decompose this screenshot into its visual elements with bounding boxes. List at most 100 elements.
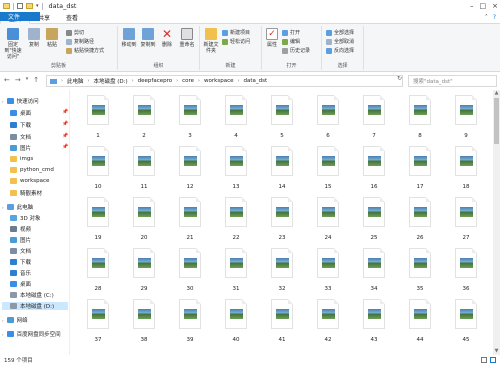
file-item[interactable]: 23	[262, 197, 302, 241]
help-icon[interactable]: ?	[493, 14, 496, 21]
select-none-button[interactable]: 全部取消	[326, 38, 354, 45]
file-item[interactable]: 42	[308, 299, 348, 343]
close-icon[interactable]: ×	[492, 2, 498, 10]
sidebar-item-drive-c[interactable]: 本地磁盘 (C:)	[10, 291, 54, 299]
file-item[interactable]: 21	[170, 197, 210, 241]
sidebar-item-3d-objects[interactable]: 3D 对象	[10, 214, 40, 222]
rename-button[interactable]: 重命名	[177, 28, 197, 48]
checkbox-icon[interactable]	[17, 3, 23, 9]
sidebar-item-downloads[interactable]: 下载	[10, 121, 31, 129]
file-item[interactable]: 8	[400, 95, 440, 139]
file-item[interactable]: 11	[124, 146, 164, 190]
up-icon[interactable]: ↑	[33, 76, 39, 84]
sidebar-item-music[interactable]: 音乐	[10, 269, 31, 277]
refresh-icon[interactable]: ↻	[397, 75, 402, 82]
file-item[interactable]: 32	[262, 248, 302, 292]
file-item[interactable]: 18	[446, 146, 486, 190]
file-item[interactable]: 26	[400, 197, 440, 241]
easy-access-button[interactable]: 轻松访问	[222, 38, 250, 45]
file-item[interactable]: 28	[78, 248, 118, 292]
file-item[interactable]: 16	[354, 146, 394, 190]
file-item[interactable]: 36	[446, 248, 486, 292]
sidebar-item-desktop[interactable]: 桌面	[10, 109, 31, 117]
copy-button[interactable]: 复制	[26, 28, 42, 48]
tab-view[interactable]: 查看	[58, 12, 86, 23]
file-item[interactable]: 37	[78, 299, 118, 343]
file-item[interactable]: 39	[170, 299, 210, 343]
file-item[interactable]: 12	[170, 146, 210, 190]
dropdown-arrow-icon[interactable]: ▾	[36, 3, 39, 9]
edit-button[interactable]: 编辑	[282, 38, 300, 45]
file-item[interactable]: 4	[216, 95, 256, 139]
properties-button[interactable]: ✓ 属性	[264, 28, 280, 48]
copy-to-button[interactable]: 复制到	[139, 28, 157, 48]
copy-path-button[interactable]: 复制路径	[66, 38, 94, 45]
sidebar-baidu-sync[interactable]: › 百度网盘同步空间	[2, 330, 61, 338]
file-item[interactable]: 9	[446, 95, 486, 139]
file-item[interactable]: 31	[216, 248, 256, 292]
cut-button[interactable]: 剪切	[66, 29, 84, 36]
file-item[interactable]: 19	[78, 197, 118, 241]
breadcrumb[interactable]: › 此电脑 › 本地磁盘 (D:) › deepfacepro › core ›…	[46, 75, 403, 87]
sidebar-item-pc-downloads[interactable]: 下载	[10, 258, 31, 266]
select-all-button[interactable]: 全部选择	[326, 29, 354, 36]
file-item[interactable]: 38	[124, 299, 164, 343]
file-item[interactable]: 6	[308, 95, 348, 139]
back-icon[interactable]: ←	[4, 76, 10, 84]
folder-icon[interactable]	[26, 3, 33, 9]
breadcrumb-item[interactable]: workspace	[204, 78, 233, 84]
file-item[interactable]: 17	[400, 146, 440, 190]
paste-shortcut-button[interactable]: 粘贴快捷方式	[66, 47, 104, 54]
pin-quick-access-button[interactable]: 固定到"快速访问"	[2, 28, 24, 60]
search-input[interactable]: 搜索"data_dst"	[408, 75, 497, 87]
breadcrumb-item[interactable]: 本地磁盘 (D:)	[94, 77, 128, 85]
file-item[interactable]: 43	[354, 299, 394, 343]
pin-icon[interactable]: 📌	[62, 121, 68, 127]
breadcrumb-item[interactable]: data_dst	[244, 78, 268, 84]
details-view-icon[interactable]	[481, 357, 487, 363]
file-item[interactable]: 27	[446, 197, 486, 241]
sidebar-item-workspace[interactable]: workspace	[10, 178, 49, 184]
file-item[interactable]: 45	[446, 299, 486, 343]
chevron-up-icon[interactable]: ˄	[485, 14, 488, 21]
breadcrumb-item[interactable]: core	[182, 78, 194, 84]
scrollbar-thumb[interactable]	[494, 98, 499, 144]
recent-dropdown-icon[interactable]: ▾	[26, 76, 29, 84]
sidebar-item-materials[interactable]: 騎觀素材	[10, 189, 42, 197]
tab-file[interactable]: 文件	[0, 12, 40, 21]
file-item[interactable]: 15	[308, 146, 348, 190]
delete-button[interactable]: ✕ 删除	[158, 28, 176, 48]
sidebar-network[interactable]: › 网络	[2, 316, 28, 324]
file-item[interactable]: 2	[124, 95, 164, 139]
sidebar-this-pc[interactable]: › 此电脑	[2, 203, 33, 211]
file-item[interactable]: 7	[354, 95, 394, 139]
vertical-scrollbar[interactable]: ▲ ▼	[493, 90, 500, 355]
sidebar-item-pictures[interactable]: 图片	[10, 144, 31, 152]
file-item[interactable]: 33	[308, 248, 348, 292]
file-item[interactable]: 34	[354, 248, 394, 292]
pin-icon[interactable]: 📌	[62, 144, 68, 150]
new-folder-button[interactable]: 新建文件夹	[202, 28, 220, 54]
sidebar-item-pc-desktop[interactable]: 桌面	[10, 280, 31, 288]
new-item-button[interactable]: 新建项目	[222, 29, 250, 36]
file-item[interactable]: 13	[216, 146, 256, 190]
breadcrumb-item[interactable]: 此电脑	[67, 77, 84, 85]
file-item[interactable]: 3	[170, 95, 210, 139]
move-to-button[interactable]: 移动到	[120, 28, 138, 48]
file-item[interactable]: 30	[170, 248, 210, 292]
scroll-down-icon[interactable]: ▼	[493, 348, 500, 355]
file-item[interactable]: 24	[308, 197, 348, 241]
file-item[interactable]: 29	[124, 248, 164, 292]
sidebar-item-python-cmd[interactable]: python_cmd	[10, 167, 54, 173]
file-item[interactable]: 14	[262, 146, 302, 190]
pin-icon[interactable]: 📌	[62, 133, 68, 139]
minimize-icon[interactable]: –	[470, 2, 474, 10]
file-item[interactable]: 1	[78, 95, 118, 139]
maximize-icon[interactable]: □	[480, 2, 487, 10]
file-item[interactable]: 40	[216, 299, 256, 343]
history-button[interactable]: 历史记录	[282, 47, 310, 54]
paste-button[interactable]: 粘贴	[44, 28, 60, 48]
forward-icon[interactable]: →	[15, 76, 21, 84]
file-item[interactable]: 35	[400, 248, 440, 292]
sidebar-item-pc-pictures[interactable]: 图片	[10, 236, 31, 244]
